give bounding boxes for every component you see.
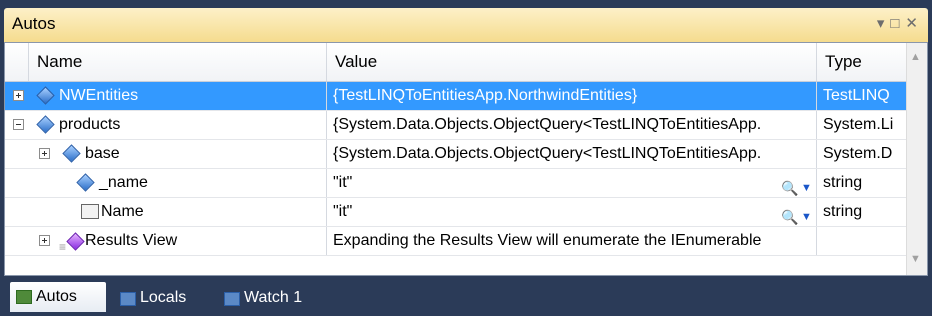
type-cell: System.Li: [823, 116, 894, 133]
table-row[interactable]: _name "it" 🔍 ▼ string: [5, 169, 909, 198]
locals-icon: [120, 292, 136, 306]
name-cell: NWEntities: [5, 82, 327, 110]
table-row[interactable]: ≡ Results View Expanding the Results Vie…: [5, 227, 909, 256]
visualizer-magnifier-icon[interactable]: 🔍: [781, 203, 798, 226]
variable-name: NWEntities: [59, 87, 139, 104]
type-cell: string: [823, 174, 863, 191]
autos-window: Autos ▾□✕ Name Value Type NWEntities {Te…: [0, 0, 932, 316]
type-cell: TestLINQ: [823, 87, 890, 104]
collapse-icon[interactable]: [13, 119, 24, 130]
header-type[interactable]: Type: [817, 43, 909, 81]
field-gem-icon: [36, 115, 55, 134]
dropdown-icon[interactable]: ▾: [877, 15, 891, 32]
value-cell[interactable]: "it" 🔍 ▼: [327, 169, 817, 197]
value-cell[interactable]: {TestLINQToEntitiesApp.NorthwindEntities…: [327, 82, 817, 110]
tab-label: Locals: [140, 289, 187, 306]
variable-name: Name: [101, 203, 144, 220]
value-text: "it": [333, 203, 353, 220]
window-title: Autos: [12, 14, 56, 33]
value-text: "it": [333, 174, 353, 191]
table-row[interactable]: Name "it" 🔍 ▼ string: [5, 198, 909, 227]
variable-name: _name: [99, 174, 148, 191]
name-cell: base: [5, 140, 327, 168]
tab-autos[interactable]: Autos: [10, 282, 106, 312]
name-cell: _name: [5, 169, 327, 197]
watch-icon: [224, 292, 240, 306]
expand-icon[interactable]: [39, 148, 50, 159]
table-row[interactable]: NWEntities {TestLINQToEntitiesApp.Northw…: [5, 82, 909, 111]
tab-locals[interactable]: Locals: [114, 284, 218, 312]
field-gem-icon: [62, 144, 81, 163]
window-controls: ▾□✕: [877, 14, 924, 32]
name-cell: products: [5, 111, 327, 139]
maximize-icon[interactable]: □: [890, 15, 905, 32]
vertical-scrollbar[interactable]: ▲ ▼: [906, 43, 927, 275]
tab-strip: Autos Locals Watch 1: [4, 276, 928, 316]
autos-icon: [16, 290, 32, 304]
visualizer-dropdown-icon[interactable]: ▼: [801, 174, 812, 197]
type-cell: [817, 227, 909, 255]
tab-label: Autos: [36, 288, 77, 305]
variable-name: Results View: [85, 232, 178, 249]
results-lines-icon: ≡: [59, 240, 67, 254]
scroll-up-icon[interactable]: ▲: [910, 51, 921, 63]
header-value[interactable]: Value: [327, 43, 817, 81]
visualizer-magnifier-icon[interactable]: 🔍: [781, 174, 798, 197]
property-icon: [81, 204, 99, 219]
name-cell: Name: [5, 198, 327, 226]
field-gem-icon: [36, 86, 55, 105]
variable-name: base: [85, 145, 120, 162]
variable-name: products: [59, 116, 121, 133]
expand-icon[interactable]: [39, 235, 50, 246]
grid-header: Name Value Type: [5, 43, 909, 82]
visualizer-dropdown-icon[interactable]: ▼: [801, 203, 812, 226]
title-bar[interactable]: Autos ▾□✕: [4, 8, 928, 42]
tab-watch-1[interactable]: Watch 1: [218, 284, 342, 312]
header-spacer: [5, 43, 29, 81]
expand-icon[interactable]: [13, 90, 24, 101]
header-name[interactable]: Name: [29, 43, 327, 81]
scroll-down-icon[interactable]: ▼: [910, 253, 921, 265]
table-row[interactable]: base {System.Data.Objects.ObjectQuery<Te…: [5, 140, 909, 169]
value-cell[interactable]: {System.Data.Objects.ObjectQuery<TestLIN…: [327, 111, 817, 139]
type-cell: System.D: [823, 145, 893, 162]
value-cell: Expanding the Results View will enumerat…: [327, 227, 817, 255]
close-icon[interactable]: ✕: [905, 15, 924, 32]
type-cell: string: [823, 203, 863, 220]
tab-label: Watch 1: [244, 289, 303, 306]
name-cell: ≡ Results View: [5, 227, 327, 255]
value-cell[interactable]: {System.Data.Objects.ObjectQuery<TestLIN…: [327, 140, 817, 168]
value-cell[interactable]: "it" 🔍 ▼: [327, 198, 817, 226]
variables-grid: Name Value Type NWEntities {TestLINQToEn…: [4, 42, 928, 276]
results-view-icon: [66, 232, 85, 251]
table-row[interactable]: products {System.Data.Objects.ObjectQuer…: [5, 111, 909, 140]
private-field-icon: [76, 173, 95, 192]
